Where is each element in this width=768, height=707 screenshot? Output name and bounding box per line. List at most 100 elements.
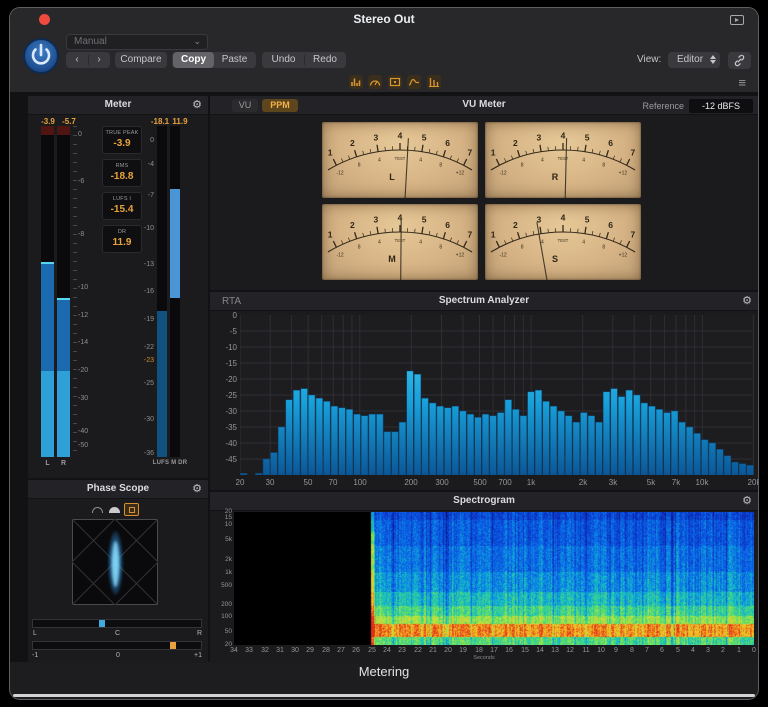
spectrogram-x-tick: 1 (731, 647, 747, 654)
svg-text:+12: +12 (619, 170, 628, 176)
next-preset-button[interactable]: › (89, 52, 110, 68)
vu-meter-r: 1-1228344TEST54687+12R (485, 122, 641, 198)
svg-text:+12: +12 (456, 170, 465, 176)
gear-icon[interactable]: ⚙ (742, 494, 752, 509)
svg-text:1: 1 (491, 147, 496, 157)
spectrogram-x-tick: 20 (440, 647, 456, 654)
svg-text:2: 2 (513, 138, 518, 148)
lufs-scale-label: -30 (144, 416, 154, 423)
svg-text:+12: +12 (619, 252, 628, 258)
spectrum-x-tick: 500 (468, 478, 492, 487)
correlation-slider[interactable] (32, 641, 202, 650)
window-zoom-icon[interactable] (730, 15, 744, 25)
spectrogram-x-tick: 24 (379, 647, 395, 654)
lufs-scale-label: -16 (144, 288, 154, 295)
spectrum-y-tick: 0 (212, 311, 237, 320)
menu-icon[interactable]: ≡ (738, 77, 746, 89)
correlation-label-neg: -1 (32, 652, 38, 659)
meter-scale-label: -50 (78, 442, 88, 449)
clip-zone-l (41, 126, 54, 135)
spectrogram-x-tick: 27 (333, 647, 349, 654)
window-title: Stereo Out (10, 12, 758, 26)
svg-text:8: 8 (602, 245, 605, 251)
svg-text:-12: -12 (336, 252, 343, 258)
level-meter-bar-l (41, 126, 54, 457)
link-button[interactable] (728, 52, 751, 69)
spectrum-x-tick: 50 (296, 478, 320, 487)
preset-dropdown[interactable]: Manual ⌄ (66, 34, 208, 50)
phase-mode-semicircle-filled-icon[interactable] (107, 503, 122, 516)
balance-label-l: L (33, 630, 37, 637)
phase-blob-core (112, 541, 119, 587)
phase-mode-square-icon[interactable] (124, 503, 139, 516)
meter-scale-label: -40 (78, 428, 88, 435)
spectrum-x-tick: 200 (399, 478, 423, 487)
gear-icon[interactable]: ⚙ (192, 98, 202, 113)
prev-preset-button[interactable]: ‹ (67, 52, 88, 68)
svg-text:8: 8 (602, 163, 605, 169)
lufs-scale-label: -25 (144, 380, 154, 387)
meter-scale-label: -14 (78, 339, 88, 346)
power-button[interactable] (23, 38, 59, 74)
spectrogram-x-tick: 21 (425, 647, 441, 654)
paste-button[interactable]: Paste (214, 52, 255, 68)
spectrogram-x-tick: 30 (287, 647, 303, 654)
power-icon (25, 40, 57, 72)
svg-text:4: 4 (398, 131, 403, 141)
reference-value[interactable]: -12 dBFS (689, 99, 753, 113)
meter-scale-label: -30 (78, 395, 88, 402)
spectrum-analyzer-panel: RTA Spectrum Analyzer ⚙ 0-5-10-15-20-25-… (210, 292, 758, 490)
lufs-m-bar (157, 126, 167, 457)
window-bottom-edge[interactable] (13, 694, 755, 697)
svg-text:4: 4 (419, 240, 422, 246)
svg-text:TEST: TEST (558, 238, 569, 243)
meter-scale-label: 0 (78, 131, 82, 138)
spectrum-x-tick: 1k (519, 478, 543, 487)
svg-text:4: 4 (378, 158, 381, 164)
correlation-marker[interactable] (170, 642, 176, 649)
spectrum-x-tick: 3k (601, 478, 625, 487)
vu-meter-icon[interactable] (368, 75, 382, 89)
plugin-name: Metering (10, 664, 758, 690)
lufs-caption: LUFS M DR (150, 460, 190, 466)
spectrum-y-tick: -35 (212, 423, 237, 432)
spectrogram-panel-header: Spectrogram ⚙ (210, 492, 758, 511)
level-history-icon[interactable] (407, 75, 421, 89)
phase-mode-semicircle-outline-icon[interactable] (90, 503, 105, 516)
spectrogram-x-tick: 4 (685, 647, 701, 654)
phase-panel-header: Phase Scope ⚙ (28, 480, 208, 499)
svg-text:4: 4 (582, 158, 585, 164)
spectrogram-x-tick: 7 (639, 647, 655, 654)
meter-scale-label: -10 (78, 284, 88, 291)
svg-text:6: 6 (445, 138, 450, 148)
view-value: Editor (677, 54, 703, 65)
svg-text:5: 5 (585, 214, 590, 224)
gear-icon[interactable]: ⚙ (192, 482, 202, 497)
lufs-scale-label: -23 (144, 357, 154, 364)
svg-text:5: 5 (585, 132, 590, 142)
redo-button[interactable]: Redo (305, 52, 345, 68)
copy-button[interactable]: Copy (173, 52, 214, 68)
spectrum-y-tick: -40 (212, 439, 237, 448)
spectrogram-y-tick: 2k (212, 556, 232, 563)
spectrum-analyzer-icon[interactable] (349, 75, 363, 89)
balance-marker[interactable] (99, 620, 105, 627)
spectrum-x-tick: 20k (742, 478, 759, 487)
plugin-window: Stereo Out Manual ⌄ ‹› Compare CopyPaste… (9, 7, 759, 700)
spectrum-panel-header: RTA Spectrum Analyzer ⚙ (210, 292, 758, 311)
undo-button[interactable]: Undo (263, 52, 304, 68)
balance-label-r: R (197, 630, 202, 637)
compare-button[interactable]: Compare (115, 52, 167, 68)
loudness-icon[interactable] (427, 75, 441, 89)
spectrum-y-tick: -20 (212, 375, 237, 384)
gear-icon[interactable]: ⚙ (742, 294, 752, 309)
balance-slider[interactable] (32, 619, 202, 628)
phase-scope-panel: Phase Scope ⚙ L C R -1 (28, 480, 208, 663)
spectrum-y-tick: -15 (212, 359, 237, 368)
spectrogram-y-tick: 10 (212, 521, 232, 528)
spectrogram-icon[interactable] (388, 75, 402, 89)
svg-text:6: 6 (608, 138, 613, 148)
svg-text:R: R (552, 172, 559, 182)
spectrogram-y-tick: 200 (212, 601, 232, 608)
view-selector[interactable]: Editor (668, 52, 720, 68)
